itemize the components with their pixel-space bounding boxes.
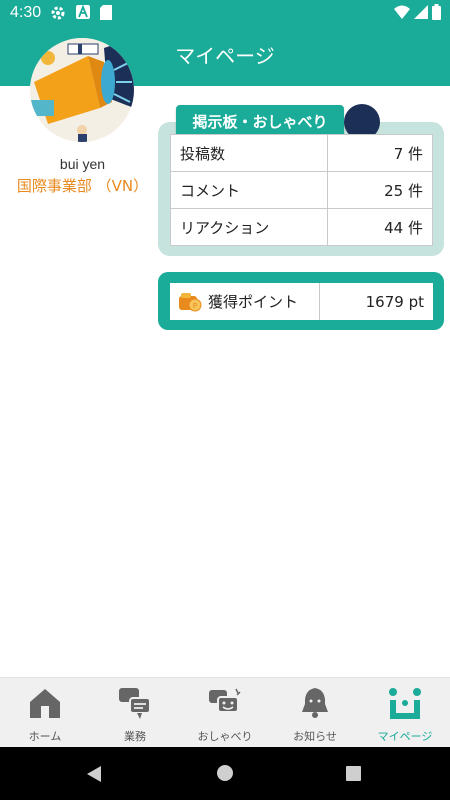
stat-value-reactions: 44 件	[327, 208, 433, 246]
table-row: 投稿数 7 件	[170, 134, 433, 172]
page-title: マイページ	[175, 44, 275, 68]
nav-label-work: 業務	[124, 730, 146, 743]
battery-icon	[432, 4, 441, 24]
board-stats-table: 投稿数 7 件 コメント 25 件 リアクション 44 件	[170, 134, 433, 246]
nav-label-chat: おしゃべり	[197, 730, 253, 743]
svg-text:P: P	[193, 302, 197, 310]
chat-bubbles-icon	[118, 686, 152, 720]
points-label-cell: P 獲得ポイント	[170, 283, 320, 320]
points-value: 1679 pt	[365, 292, 424, 311]
table-row: リアクション 44 件	[170, 208, 433, 246]
user-department: 国際事業部 （VN）	[16, 177, 149, 195]
signal-icon	[414, 5, 428, 23]
mypage-icon	[388, 686, 422, 720]
font-icon	[76, 4, 90, 23]
status-bar: 4:30	[0, 0, 450, 26]
bell-icon	[298, 686, 332, 720]
nav-label-mypage: マイページ	[377, 730, 433, 743]
nav-item-mypage[interactable]: マイページ	[360, 678, 450, 748]
stat-value-posts: 7 件	[327, 134, 433, 172]
home-icon	[28, 686, 62, 720]
nav-label-notice: お知らせ	[293, 730, 337, 743]
stat-label-reactions: リアクション	[170, 208, 328, 246]
table-row: コメント 25 件	[170, 171, 433, 209]
chat-smile-icon	[208, 686, 242, 720]
points-label: 獲得ポイント	[208, 293, 299, 311]
nav-item-notice[interactable]: お知らせ	[270, 678, 360, 748]
nav-item-work[interactable]: 業務	[90, 678, 180, 748]
stat-label-posts: 投稿数	[170, 134, 328, 172]
coin-wallet-icon: P	[178, 292, 202, 312]
settings-icon	[50, 5, 66, 25]
nav-item-home[interactable]: ホーム	[0, 678, 90, 748]
recents-icon[interactable]	[346, 766, 361, 785]
status-time: 4:30	[10, 4, 42, 21]
stat-value-comments: 25 件	[327, 171, 433, 209]
system-nav-bar	[0, 747, 450, 800]
stat-label-comments: コメント	[170, 171, 328, 209]
avatar	[30, 38, 134, 142]
sd-card-icon	[100, 5, 112, 24]
user-name: bui yen	[59, 156, 106, 172]
nav-label-home: ホーム	[28, 730, 62, 743]
back-icon[interactable]	[86, 765, 102, 787]
home-circle-icon[interactable]	[217, 765, 233, 785]
nav-item-chat[interactable]: おしゃべり	[180, 678, 270, 748]
bottom-nav: ホーム 業務 おしゃべり お知らせ マイページ	[0, 677, 450, 748]
points-box: P 獲得ポイント 1679 pt	[170, 283, 433, 320]
wifi-icon	[394, 5, 410, 23]
